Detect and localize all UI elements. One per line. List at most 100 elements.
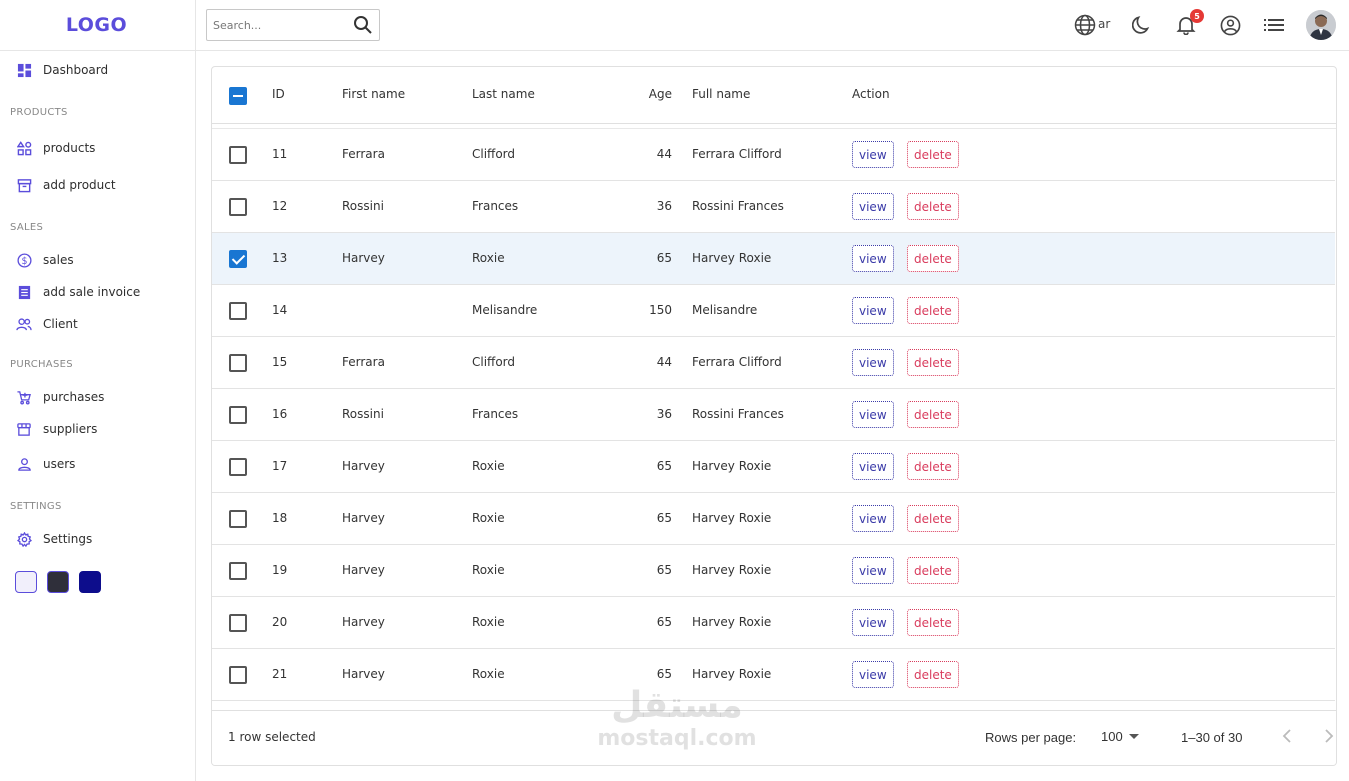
table-row[interactable]: 18 Harvey Roxie 65 Harvey Roxie view delete — [212, 493, 1335, 545]
sidebar-item-add-sale-invoice[interactable]: add sale invoice — [16, 284, 140, 300]
account-circle-icon[interactable] — [1219, 14, 1241, 36]
selected-count: 1 row selected — [228, 730, 316, 744]
delete-button[interactable]: delete — [907, 505, 959, 532]
delete-button[interactable]: delete — [907, 661, 959, 688]
row-checkbox[interactable] — [229, 562, 247, 580]
table-row[interactable]: 16 Rossini Frances 36 Rossini Frances view del… — [212, 389, 1335, 441]
delete-button[interactable]: delete — [907, 193, 959, 220]
delete-button[interactable]: delete — [907, 453, 959, 480]
delete-button[interactable]: delete — [907, 141, 959, 168]
cell-last-name: Roxie — [472, 251, 505, 265]
sidebar-item-label: Dashboard — [43, 63, 109, 77]
table-row[interactable]: 14 Melisandre 150 Melisandre view delete — [212, 285, 1335, 337]
row-checkbox[interactable] — [229, 510, 247, 528]
row-checkbox[interactable] — [229, 146, 247, 164]
search-input[interactable] — [213, 18, 343, 32]
cell-full-name: Harvey Roxie — [692, 667, 772, 681]
column-header-age[interactable]: Age — [592, 87, 672, 101]
cell-first-name: Harvey — [342, 251, 385, 265]
cell-first-name: Harvey — [342, 615, 385, 629]
sidebar-item-settings[interactable]: Settings — [16, 531, 92, 547]
sidebar-item-products[interactable]: products — [16, 140, 95, 156]
sidebar-item-suppliers[interactable]: suppliers — [16, 421, 97, 437]
sidebar-item-client[interactable]: Client — [16, 316, 78, 332]
table-row[interactable]: 20 Harvey Roxie 65 Harvey Roxie view delete — [212, 597, 1335, 649]
search-icon[interactable] — [353, 15, 373, 39]
sidebar-item-label: users — [43, 457, 76, 471]
table-row[interactable]: 21 Harvey Roxie 65 Harvey Roxie view delete — [212, 649, 1335, 701]
list-menu-icon[interactable] — [1263, 14, 1285, 36]
delete-button[interactable]: delete — [907, 609, 959, 636]
view-button[interactable]: view — [852, 141, 894, 168]
view-button[interactable]: view — [852, 661, 894, 688]
bell-icon[interactable]: 5 — [1175, 9, 1204, 36]
row-checkbox[interactable] — [229, 406, 247, 424]
table-row[interactable]: 19 Harvey Roxie 65 Harvey Roxie view delete — [212, 545, 1335, 597]
row-checkbox[interactable] — [229, 250, 247, 268]
language-label[interactable]: ar — [1098, 17, 1110, 31]
chevron-left-icon[interactable] — [1282, 728, 1294, 747]
cell-last-name: Frances — [472, 199, 519, 213]
table-row[interactable]: 15 Ferrara Clifford 44 Ferrara Clifford view d… — [212, 337, 1335, 389]
dashboard-icon — [16, 62, 32, 78]
row-checkbox[interactable] — [229, 354, 247, 372]
sidebar-item-purchases[interactable]: purchases — [16, 389, 104, 405]
table-row[interactable]: 11 Ferrara Clifford 44 Ferrara Clifford view d… — [212, 129, 1335, 181]
delete-button[interactable]: delete — [907, 297, 959, 324]
sidebar-item-users[interactable]: users — [16, 456, 75, 472]
delete-button[interactable]: delete — [907, 349, 959, 376]
chevron-right-icon[interactable] — [1322, 728, 1334, 747]
row-checkbox[interactable] — [229, 614, 247, 632]
row-checkbox[interactable] — [229, 666, 247, 684]
view-button[interactable]: view — [852, 297, 894, 324]
row-checkbox[interactable] — [229, 302, 247, 320]
column-header-full-name[interactable]: Full name — [692, 87, 750, 101]
avatar[interactable] — [1306, 10, 1336, 40]
globe-icon[interactable] — [1074, 14, 1096, 36]
cell-full-name: Harvey Roxie — [692, 511, 772, 525]
view-button[interactable]: view — [852, 609, 894, 636]
delete-button[interactable]: delete — [907, 245, 959, 272]
top-header: ar 5 — [196, 0, 1349, 51]
sidebar-item-dashboard[interactable]: Dashboard — [16, 62, 108, 78]
cell-id: 21 — [272, 667, 288, 681]
cell-age: 65 — [656, 251, 672, 265]
cell-id: 16 — [272, 407, 288, 421]
select-all-checkbox[interactable] — [229, 87, 247, 105]
view-button[interactable]: view — [852, 453, 894, 480]
cell-full-name: Harvey Roxie — [692, 563, 772, 577]
table-row[interactable]: 12 Rossini Frances 36 Rossini Frances view del… — [212, 181, 1335, 233]
sidebar-item-label: sales — [43, 253, 74, 267]
view-button[interactable]: view — [852, 193, 894, 220]
row-checkbox[interactable] — [229, 458, 247, 476]
view-button[interactable]: view — [852, 245, 894, 272]
sidebar-item-sales[interactable]: $ sales — [16, 252, 74, 268]
table-row[interactable]: 13 Harvey Roxie 65 Harvey Roxie view delete — [212, 233, 1335, 285]
sidebar-item-add-product[interactable]: add product — [16, 177, 116, 193]
delete-button[interactable]: delete — [907, 401, 959, 428]
cell-age: 65 — [656, 511, 672, 525]
moon-icon[interactable] — [1131, 14, 1153, 36]
view-button[interactable]: view — [852, 505, 894, 532]
pagination-range: 1–30 of 30 — [1181, 730, 1243, 745]
theme-swatch-dark[interactable] — [47, 571, 69, 593]
column-header-last-name[interactable]: Last name — [472, 87, 535, 101]
cell-full-name: Harvey Roxie — [692, 459, 772, 473]
cell-last-name: Clifford — [472, 355, 515, 369]
view-button[interactable]: view — [852, 401, 894, 428]
cell-last-name: Frances — [472, 407, 519, 421]
rows-per-page-select[interactable]: 100 — [1101, 729, 1139, 744]
column-header-first-name[interactable]: First name — [342, 87, 405, 101]
logo[interactable]: LOGO — [66, 14, 127, 36]
theme-swatch-light[interactable] — [15, 571, 37, 593]
sidebar-item-label: Client — [43, 317, 78, 331]
table-row[interactable]: 17 Harvey Roxie 65 Harvey Roxie view delete — [212, 441, 1335, 493]
view-button[interactable]: view — [852, 349, 894, 376]
cell-last-name: Roxie — [472, 563, 505, 577]
theme-swatch-blue[interactable] — [79, 571, 101, 593]
column-header-id[interactable]: ID — [272, 87, 285, 101]
delete-button[interactable]: delete — [907, 557, 959, 584]
view-button[interactable]: view — [852, 557, 894, 584]
row-checkbox[interactable] — [229, 198, 247, 216]
column-header-action[interactable]: Action — [852, 87, 890, 101]
